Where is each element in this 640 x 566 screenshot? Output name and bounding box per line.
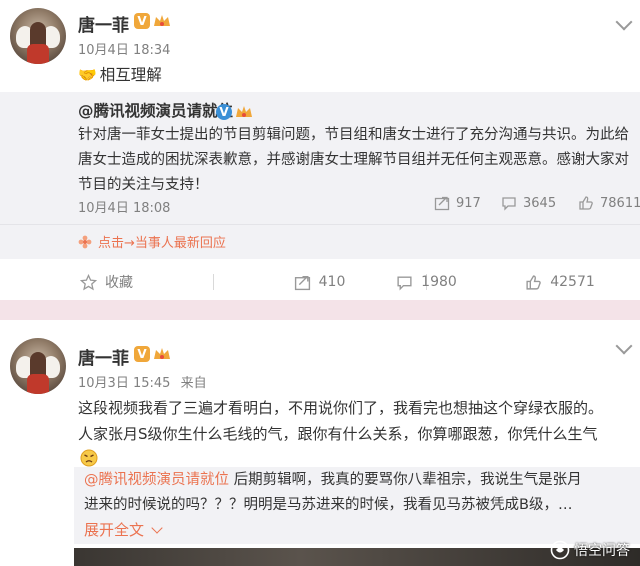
author-name[interactable]: 唐一菲	[78, 11, 129, 36]
post-content: 🤝 相互理解	[78, 62, 162, 88]
watermark: 悟空问答	[550, 540, 630, 560]
post-time[interactable]: 10月3日 15:45	[78, 376, 170, 391]
post-separator	[0, 300, 640, 320]
repost-text: 针对唐一菲女士提出的节目剪辑问题，节目组和唐女士进行了充分沟通与共识。为此给唐女…	[78, 127, 629, 193]
comment-icon	[397, 275, 412, 291]
thumbs-up-icon	[579, 196, 593, 210]
quoted-block[interactable]: @腾讯视频演员请就位 后期剪辑啊，我真的要骂你八辈祖宗，我说生气是张月 进来的时…	[74, 467, 640, 544]
author-avatar[interactable]	[10, 338, 66, 394]
vip-crown-icon	[154, 15, 170, 26]
watermark-text: 悟空问答	[574, 543, 630, 559]
post-content-text: 相互理解	[99, 66, 162, 84]
quote-line1: @腾讯视频演员请就位 后期剪辑啊，我真的要骂你八辈祖宗，我说生气是张月	[84, 467, 582, 493]
like-button[interactable]: 42571	[480, 262, 640, 302]
avatar-dress	[27, 374, 49, 394]
verified-v-icon: V	[134, 346, 150, 362]
comment-icon	[502, 197, 516, 211]
quote-mention-link[interactable]: @腾讯视频演员请就位	[84, 472, 229, 488]
repost-icon	[434, 196, 450, 211]
repost-divider	[0, 224, 640, 225]
author-name[interactable]: 唐一菲	[78, 344, 129, 369]
thumbs-up-icon	[526, 274, 541, 290]
flower-icon	[78, 235, 92, 248]
repost-icon	[294, 275, 310, 290]
weibo-post-2: 唐一菲 V 10月3日 15:45 来自 这段视频我看了三遍才看明白，不用说你们…	[0, 320, 640, 566]
post-action-bar: 收藏 410 1980 42571	[0, 262, 640, 302]
like-count: 42571	[550, 274, 595, 290]
repost-author-link[interactable]: @腾讯视频演员请就位	[78, 102, 233, 120]
avatar-dress	[27, 44, 49, 64]
vip-crown-icon	[154, 348, 170, 359]
repost-like-count[interactable]: 78611	[578, 195, 640, 211]
comment-count: 1980	[421, 274, 457, 290]
expand-full-text-link[interactable]: 展开全文	[84, 519, 163, 540]
repost-time[interactable]: 10月4日 18:08	[78, 197, 170, 216]
favorite-button[interactable]: 收藏	[0, 262, 213, 302]
repost-comment-value: 3645	[523, 195, 557, 211]
weibo-post-1: 唐一菲 V 10月4日 18:34 🤝 相互理解 @腾讯视频演员请就位 V 针对唐…	[0, 0, 640, 300]
post-time[interactable]: 10月4日 18:34	[78, 39, 170, 58]
author-avatar[interactable]	[10, 8, 66, 64]
favorite-label: 收藏	[105, 275, 133, 291]
quote-line2: 进来的时候说的吗？？？明明是马苏进来的时候，我看见马苏被凭成B级，…	[84, 497, 573, 513]
repost-comment-count[interactable]: 3645	[501, 195, 556, 211]
chevron-down-icon[interactable]	[615, 13, 633, 31]
chevron-down-icon[interactable]	[615, 337, 633, 355]
repost-content: @腾讯视频演员请就位	[78, 98, 633, 124]
post-content-line1: 这段视频我看了三遍才看明白，不用说你们了，我看完也想抽这个穿绿衣服的。	[78, 399, 604, 417]
angry-emoji-icon	[80, 449, 98, 467]
repost-vip-crown-icon	[236, 106, 252, 117]
quote-text1: 后期剪辑啊，我真的要骂你八辈祖宗，我说生气是张月	[229, 472, 582, 488]
repost-block[interactable]: @腾讯视频演员请就位 V 针对唐一菲女士提出的节目剪辑问题，节目组和唐女士进行了…	[0, 92, 640, 259]
hot-link[interactable]: 点击→当事人最新回应	[78, 232, 226, 251]
repost-repost-count[interactable]: 917	[434, 195, 481, 211]
expand-label: 展开全文	[84, 521, 145, 539]
wukong-logo-icon	[550, 540, 570, 560]
post-content-line2: 人家张月S级你生什么毛线的气，跟你有什么关系，你算哪跟葱，你凭什么生气	[78, 425, 598, 443]
handshake-icon: 🤝	[78, 66, 97, 84]
chevron-down-small-icon	[151, 522, 163, 534]
verified-v-icon: V	[134, 13, 150, 29]
repost-like-value: 78611	[600, 195, 640, 211]
post-meta: 10月3日 15:45 来自	[78, 372, 207, 391]
repost-repost-value: 917	[456, 195, 481, 211]
post-source: 来自	[180, 376, 207, 391]
star-icon	[80, 273, 97, 290]
repost-verified-v-icon: V	[216, 104, 232, 120]
hot-link-text: 点击→当事人最新回应	[98, 236, 226, 251]
